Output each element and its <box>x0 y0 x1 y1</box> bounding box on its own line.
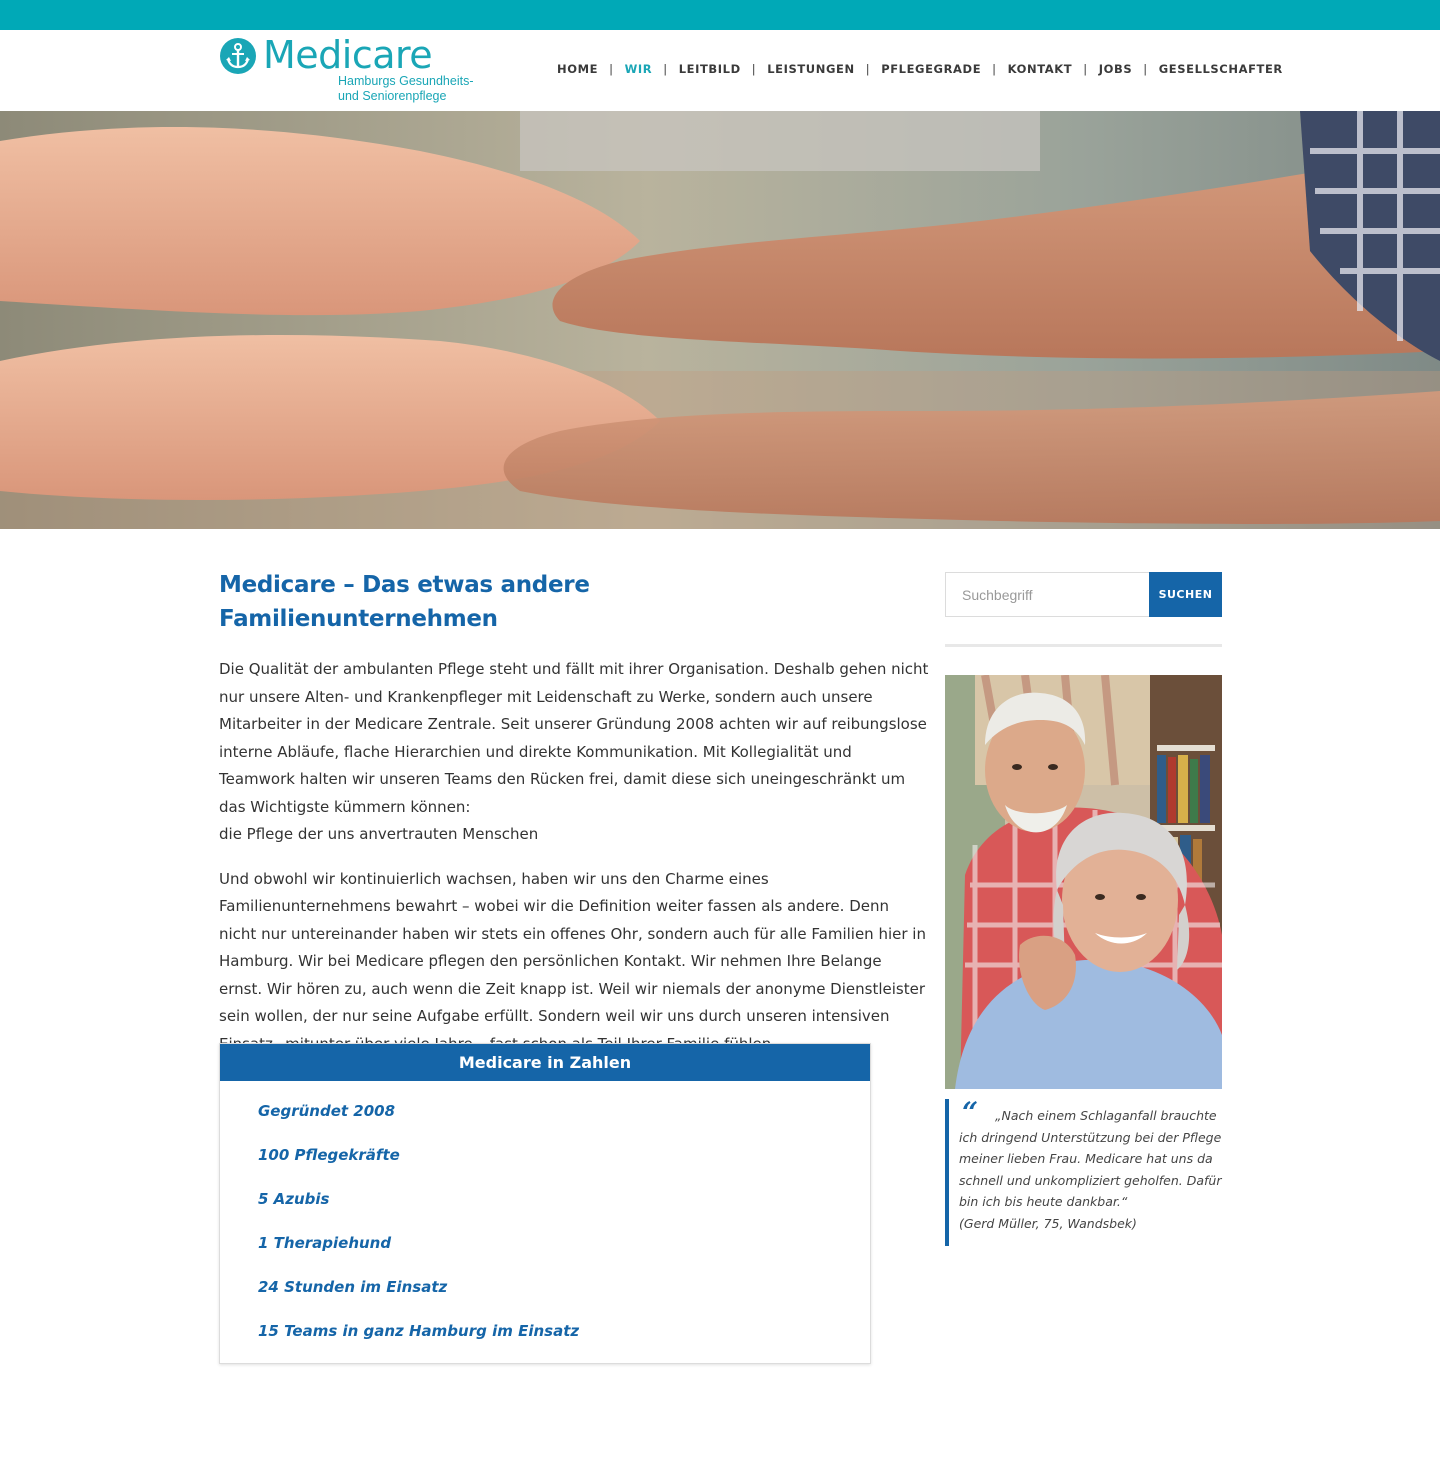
quote-line: schnell und unkompliziert geholfen. Dafü… <box>959 1172 1222 1188</box>
logo-tagline-line2: und Seniorenpflege <box>338 88 447 103</box>
facts-box: Medicare in Zahlen Gegründet 2008 100 Pf… <box>219 1043 871 1364</box>
logo-tagline: Hamburgs Gesundheits- und Seniorenpflege <box>338 74 473 103</box>
paragraph-line: Hamburg. Wir bei Medicare pflegen den pe… <box>219 952 882 970</box>
nav-separator: | <box>609 62 614 76</box>
testimonial-quote: “ „Nach einem Schlaganfall brauchte ich … <box>945 1096 1222 1246</box>
nav-separator: | <box>1083 62 1088 76</box>
testimonial-text: „Nach einem Schlaganfall brauchte ich dr… <box>959 1105 1222 1213</box>
quote-line: bin ich bis heute dankbar.“ <box>959 1194 1128 1209</box>
search-form: SUCHEN <box>945 572 1222 617</box>
nav-item-pflegegrade[interactable]: PFLEGEGRADE <box>881 62 981 76</box>
paragraph-line: nicht nur untereinander haben wir stets … <box>219 924 926 943</box>
site-header: Medicare Hamburgs Gesundheits- und Senio… <box>0 30 1440 111</box>
senior-couple-photo <box>945 675 1222 1089</box>
paragraph-line: ernst. Wir hören zu, auch wenn die Zeit … <box>219 979 925 998</box>
main-content: Medicare – Das etwas andere Familienunte… <box>219 568 929 1059</box>
paragraph-line: Und obwohl wir kontinuierlich wachsen, h… <box>219 869 769 888</box>
search-input[interactable] <box>945 572 1149 617</box>
intro-paragraph: Die Qualität der ambulanten Pflege steht… <box>219 656 929 849</box>
paragraph-line: nur unsere Alten- und Krankenpfleger mit… <box>219 687 873 706</box>
paragraph-line: Mitarbeiter in der Medicare Zentrale. Se… <box>219 715 927 733</box>
fact-item: 24 Stunden im Einsatz <box>258 1278 448 1296</box>
fact-item: 1 Therapiehund <box>258 1234 392 1252</box>
testimonial-author: (Gerd Müller, 75, Wandsbek) <box>959 1216 1137 1231</box>
nav-item-jobs[interactable]: JOBS <box>1099 62 1133 76</box>
nav-item-home[interactable]: HOME <box>557 62 598 76</box>
main-navigation: HOME | WIR | LEITBILD | LEISTUNGEN | PFL… <box>557 62 1283 76</box>
facts-box-title: Medicare in Zahlen <box>220 1044 870 1081</box>
family-paragraph: Und obwohl wir kontinuierlich wachsen, h… <box>219 866 926 1059</box>
nav-separator: | <box>1143 62 1148 76</box>
paragraph-line: die Pflege der uns anvertrauten Menschen <box>219 825 539 843</box>
fact-item: 5 Azubis <box>258 1190 330 1208</box>
quote-line: „Nach einem Schlaganfall brauchte <box>995 1108 1217 1123</box>
anchor-icon <box>220 38 256 74</box>
nav-separator: | <box>992 62 997 76</box>
fact-item: 100 Pflegekräfte <box>258 1146 400 1164</box>
nav-item-leistungen[interactable]: LEISTUNGEN <box>767 62 854 76</box>
paragraph-line: sein wollen, der nur seine Aufgabe erfül… <box>219 1007 890 1025</box>
paragraph-line: interne Abläufe, flache Hierarchien und … <box>219 742 852 761</box>
sidebar-divider <box>945 644 1222 647</box>
paragraph-line: das Wichtigste kümmern können: <box>219 797 471 816</box>
logo-wordmark: Medicare <box>263 33 433 77</box>
search-button[interactable]: SUCHEN <box>1149 572 1222 617</box>
nav-separator: | <box>663 62 668 76</box>
nav-item-gesellschafter[interactable]: GESELLSCHAFTER <box>1159 62 1283 76</box>
page-title: Medicare – Das etwas andere Familienunte… <box>219 572 590 632</box>
nav-item-kontakt[interactable]: KONTAKT <box>1008 62 1073 76</box>
hero-image-holding-hands <box>0 111 1440 529</box>
paragraph-line: Teamwork halten wir unseren Teams den Rü… <box>219 770 906 788</box>
paragraph-line: Familienunternehmens bewahrt – wobei wir… <box>219 897 889 915</box>
nav-separator: | <box>865 62 871 76</box>
quote-line: meiner lieben Frau. Medicare hat uns da <box>959 1151 1213 1166</box>
nav-item-wir[interactable]: WIR <box>625 62 653 76</box>
site-logo[interactable]: Medicare Hamburgs Gesundheits- und Senio… <box>220 33 490 106</box>
fact-item: Gegründet 2008 <box>258 1102 396 1120</box>
facts-list: Gegründet 2008 100 Pflegekräfte 5 Azubis… <box>220 1081 870 1364</box>
nav-item-leitbild[interactable]: LEITBILD <box>679 62 741 76</box>
paragraph-line: Die Qualität der ambulanten Pflege steht… <box>219 660 929 678</box>
nav-separator: | <box>751 62 757 76</box>
fact-item: 15 Teams in ganz Hamburg im Einsatz <box>258 1322 580 1340</box>
logo-tagline-line1: Hamburgs Gesundheits- <box>338 74 474 88</box>
quote-line: ich dringend Unterstützung bei der Pfleg… <box>959 1129 1222 1145</box>
top-accent-bar <box>0 0 1440 30</box>
